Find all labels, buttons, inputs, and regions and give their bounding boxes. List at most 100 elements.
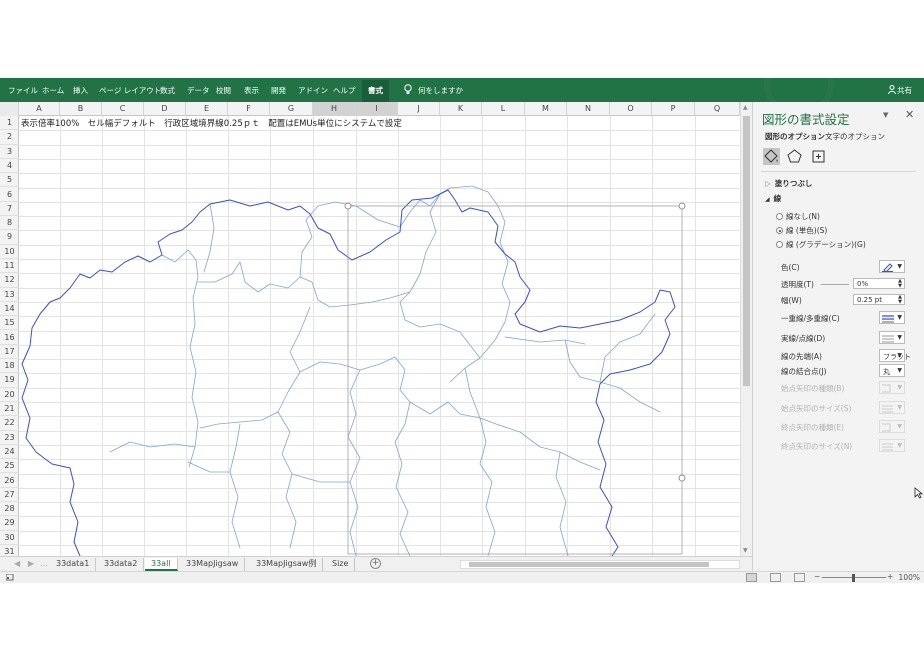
scroll-thumb[interactable] <box>743 116 750 386</box>
resize-handle[interactable] <box>678 202 686 210</box>
pane-title: 図形の書式設定 <box>762 112 850 127</box>
person-icon <box>888 85 896 95</box>
expanded-chevron-icon: ◢ <box>765 196 770 203</box>
transparency-value: 0% <box>857 280 869 288</box>
tab-developer[interactable]: 開発 <box>271 85 286 96</box>
end-arrow-type-dropdown: ▼ <box>879 420 905 433</box>
tab-text-options[interactable]: 文字のオプション <box>825 131 885 142</box>
dropdown-arrow-icon: ▼ <box>897 352 902 359</box>
vertical-scrollbar[interactable]: ▲ ▼ <box>740 102 752 556</box>
selection-frame <box>347 205 683 555</box>
resize-handle[interactable] <box>344 202 352 210</box>
radio-label: 線 (グラデーション)(G) <box>786 240 866 249</box>
dropdown-arrow-icon: ▼ <box>897 263 902 270</box>
width-label: 幅(W) <box>781 296 802 305</box>
sheet-tab[interactable]: Size <box>326 558 356 571</box>
collapsed-chevron-icon: ▷ <box>765 179 771 188</box>
next-sheet-icon[interactable]: ▶ <box>28 559 34 568</box>
tab-help[interactable]: ヘルプ <box>333 85 356 96</box>
compound-type-dropdown[interactable]: ▼ <box>879 311 905 324</box>
resize-handle[interactable] <box>678 474 686 482</box>
line-section-header[interactable]: ◢ 線 <box>765 193 781 204</box>
radio-no-line[interactable]: 線なし(N) <box>776 211 820 222</box>
fill-line-icon[interactable] <box>763 148 780 165</box>
begin-arrow-size-dropdown: ▼ <box>879 401 905 414</box>
scroll-down-icon[interactable]: ▼ <box>743 547 748 554</box>
spinner-icon[interactable]: ▲ ▼ <box>898 295 902 305</box>
tab-data[interactable]: データ <box>187 85 210 96</box>
dropdown-arrow-icon: ▼ <box>897 384 902 391</box>
tab-home[interactable]: ホーム <box>42 85 64 96</box>
spinner-icon[interactable]: ▲ ▼ <box>898 279 902 289</box>
macro-record-icon[interactable] <box>6 574 14 581</box>
zoom-slider-knob[interactable] <box>852 574 855 582</box>
dash-type-dropdown[interactable]: ▼ <box>879 331 905 344</box>
pen-icon <box>882 263 893 272</box>
arrow-type-icon <box>882 423 891 432</box>
sheet-tab[interactable]: 33data1 <box>50 558 97 571</box>
radio-solid-line[interactable]: 線 (単色)(S) <box>776 225 827 236</box>
line-color-picker[interactable]: ▼ <box>879 260 905 273</box>
mouse-cursor-icon <box>914 487 923 499</box>
end-arrow-size-dropdown: ▼ <box>879 439 905 452</box>
tab-insert[interactable]: 挿入 <box>73 85 88 96</box>
join-type-label: 線の結合点(J) <box>781 367 827 376</box>
compound-line-icon <box>882 315 894 323</box>
radio-gradient-line[interactable]: 線 (グラデーション)(G) <box>776 239 866 250</box>
join-type-value: 丸 <box>883 368 890 376</box>
zoom-level[interactable]: 100% <box>899 573 920 582</box>
horizontal-scrollbar[interactable] <box>460 560 740 569</box>
prev-sheet-icon[interactable]: ◀ <box>14 559 20 568</box>
tab-review[interactable]: 校閲 <box>216 85 231 96</box>
dropdown-arrow-icon: ▼ <box>897 334 902 341</box>
worksheet-grid[interactable]: A B C D E F G H I J K L M N O P Q 123456… <box>0 102 740 556</box>
scroll-up-icon[interactable]: ▲ <box>743 104 748 111</box>
hscroll-thumb[interactable] <box>469 562 709 567</box>
width-input[interactable]: 0.25 pt ▲ ▼ <box>853 294 905 305</box>
cap-type-dropdown[interactable]: フラット ▼ <box>879 349 911 362</box>
dash-line-icon <box>882 335 894 343</box>
add-sheet-button[interactable]: + <box>370 558 381 569</box>
tell-me-box[interactable]: 何をしますか <box>404 84 463 96</box>
transparency-slider[interactable] <box>821 284 849 285</box>
size-properties-icon[interactable] <box>810 148 827 165</box>
radio-label: 線 (単色)(S) <box>786 226 828 235</box>
page-break-view-button[interactable] <box>794 573 805 582</box>
fill-section-header[interactable]: ▷ 塗りつぶし <box>765 178 812 189</box>
dropdown-arrow-icon: ▼ <box>897 442 902 449</box>
color-label: 色(C) <box>781 263 800 272</box>
transparency-input[interactable]: 0% ▲ ▼ <box>853 278 905 289</box>
arrow-size-icon <box>882 443 893 451</box>
effects-icon[interactable] <box>786 148 803 165</box>
join-type-dropdown[interactable]: 丸 ▼ <box>879 364 905 377</box>
begin-arrow-type-label: 始点矢印の種類(B) <box>781 384 845 393</box>
sheet-tab[interactable]: 33MapJigsaw <box>180 558 246 571</box>
end-arrow-size-label: 終点矢印のサイズ(N) <box>781 442 853 451</box>
format-shape-pane: 図形の書式設定 ▼ ✕ 図形のオプション 文字のオプション ▷ 塗りつぶし ◢ 線 … <box>752 102 924 571</box>
page-layout-view-button[interactable] <box>770 573 781 582</box>
pane-options-icon[interactable]: ▼ <box>883 111 888 119</box>
more-sheets-icon[interactable]: … <box>40 559 48 568</box>
tab-formulas[interactable]: 数式 <box>160 85 175 96</box>
tab-shape-options[interactable]: 図形のオプション <box>765 131 825 142</box>
zoom-in-icon[interactable]: + <box>887 572 893 581</box>
dropdown-arrow-icon: ▼ <box>897 404 902 411</box>
share-button[interactable]: 共有 <box>888 85 912 96</box>
tab-page-layout[interactable]: ページ レイアウト <box>99 85 161 96</box>
lightbulb-icon <box>404 84 412 94</box>
tab-format[interactable]: 書式 <box>362 80 389 102</box>
sheet-tab[interactable]: 33MapJigsaw例 <box>250 558 324 571</box>
arrow-type-icon <box>882 384 891 393</box>
sheet-tab-active[interactable]: 33all <box>145 558 178 571</box>
tab-view[interactable]: 表示 <box>244 85 259 96</box>
normal-view-button[interactable] <box>746 573 757 582</box>
tab-addins[interactable]: アドイン <box>298 85 328 96</box>
dropdown-arrow-icon: ▼ <box>897 423 902 430</box>
sheet-tab[interactable]: 33data2 <box>98 558 145 571</box>
close-icon[interactable]: ✕ <box>905 108 914 121</box>
map-shape[interactable] <box>0 102 740 556</box>
tab-file[interactable]: ファイル <box>8 85 38 96</box>
pane-divider <box>761 171 916 172</box>
cap-type-label: 線の先端(A) <box>781 352 822 361</box>
zoom-out-icon[interactable]: − <box>814 572 820 581</box>
